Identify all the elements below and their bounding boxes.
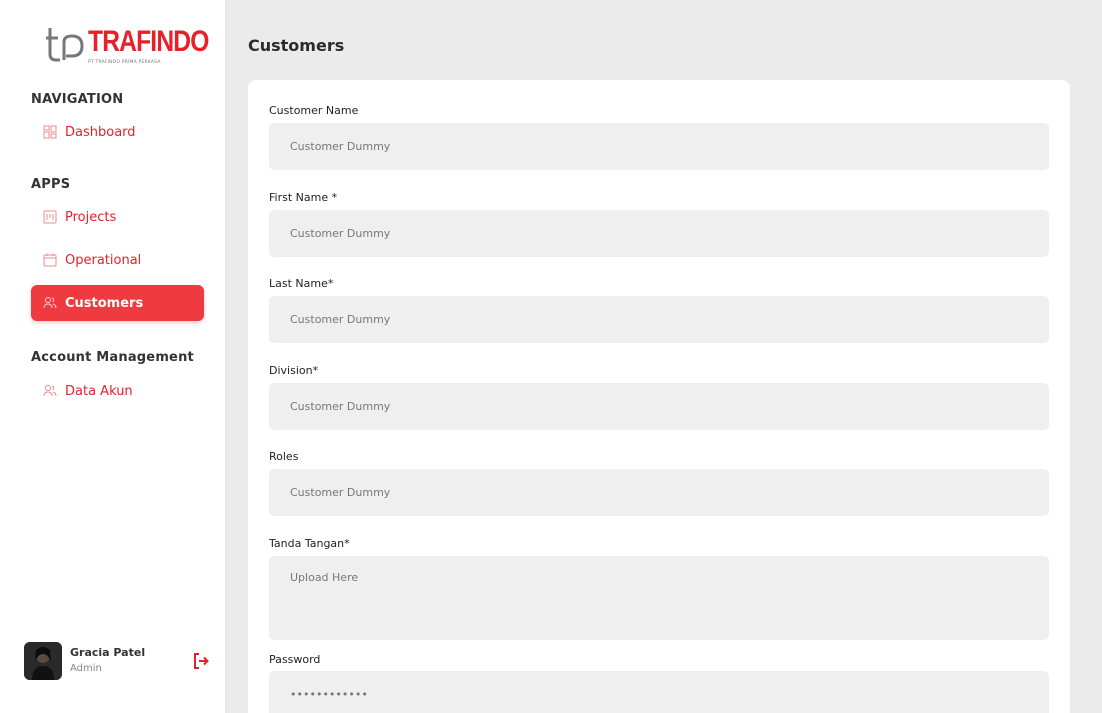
sidebar-item-projects[interactable]: Projects xyxy=(31,199,204,235)
user-name: Gracia Patel xyxy=(70,646,146,659)
user-role: Admin xyxy=(70,663,102,674)
roles-field[interactable]: Customer Dummy xyxy=(269,469,1049,516)
sidebar-item-label: Data Akun xyxy=(65,383,133,399)
avatar[interactable] xyxy=(24,642,62,680)
sidebar-item-data-akun[interactable]: Data Akun xyxy=(31,373,204,409)
users-icon xyxy=(43,296,57,310)
sidebar-item-customers[interactable]: Customers xyxy=(31,285,204,321)
customer-form-card: Customer Name Customer Dummy First Name … xyxy=(248,80,1070,713)
dashboard-icon xyxy=(43,125,57,139)
user-profile: Gracia Patel Admin xyxy=(24,642,209,682)
user-icon xyxy=(43,384,57,398)
sidebar-item-dashboard[interactable]: Dashboard xyxy=(31,114,204,150)
password-label: Password xyxy=(269,653,321,666)
page-title: Customers xyxy=(248,36,345,55)
projects-icon xyxy=(43,210,57,224)
apps-section-title: APPS xyxy=(31,177,71,192)
sidebar: TRAFINDO PT TRAFINDO PRIMA PERKASA NAVIG… xyxy=(0,0,226,713)
sidebar-item-label: Projects xyxy=(65,209,117,225)
trafindo-logo-mark-icon xyxy=(46,28,84,62)
customer-name-field[interactable]: Customer Dummy xyxy=(269,123,1049,170)
signature-label: Tanda Tangan* xyxy=(269,537,350,550)
customer-name-label: Customer Name xyxy=(269,104,359,117)
sidebar-item-label: Dashboard xyxy=(65,124,136,140)
sidebar-item-label: Operational xyxy=(65,252,142,268)
password-field[interactable]: •••••••••••• xyxy=(269,671,1049,713)
roles-label: Roles xyxy=(269,450,299,463)
company-logo[interactable]: TRAFINDO PT TRAFINDO PRIMA PERKASA xyxy=(44,24,209,68)
first-name-label: First Name * xyxy=(269,191,338,204)
sidebar-item-label: Customers xyxy=(65,295,144,311)
sidebar-item-operational[interactable]: Operational xyxy=(31,242,204,278)
brand-name: TRAFINDO xyxy=(88,25,209,58)
signature-upload-area[interactable]: Upload Here xyxy=(269,556,1049,640)
account-management-section-title: Account Management xyxy=(31,350,194,365)
last-name-label: Last Name* xyxy=(269,277,334,290)
first-name-field[interactable]: Customer Dummy xyxy=(269,210,1049,257)
navigation-section-title: NAVIGATION xyxy=(31,92,124,107)
brand-subtitle: PT TRAFINDO PRIMA PERKASA xyxy=(88,60,161,65)
logout-icon[interactable] xyxy=(192,652,210,670)
division-label: Division* xyxy=(269,364,319,377)
calendar-icon xyxy=(43,253,57,267)
division-field[interactable]: Customer Dummy xyxy=(269,383,1049,430)
last-name-field[interactable]: Customer Dummy xyxy=(269,296,1049,343)
